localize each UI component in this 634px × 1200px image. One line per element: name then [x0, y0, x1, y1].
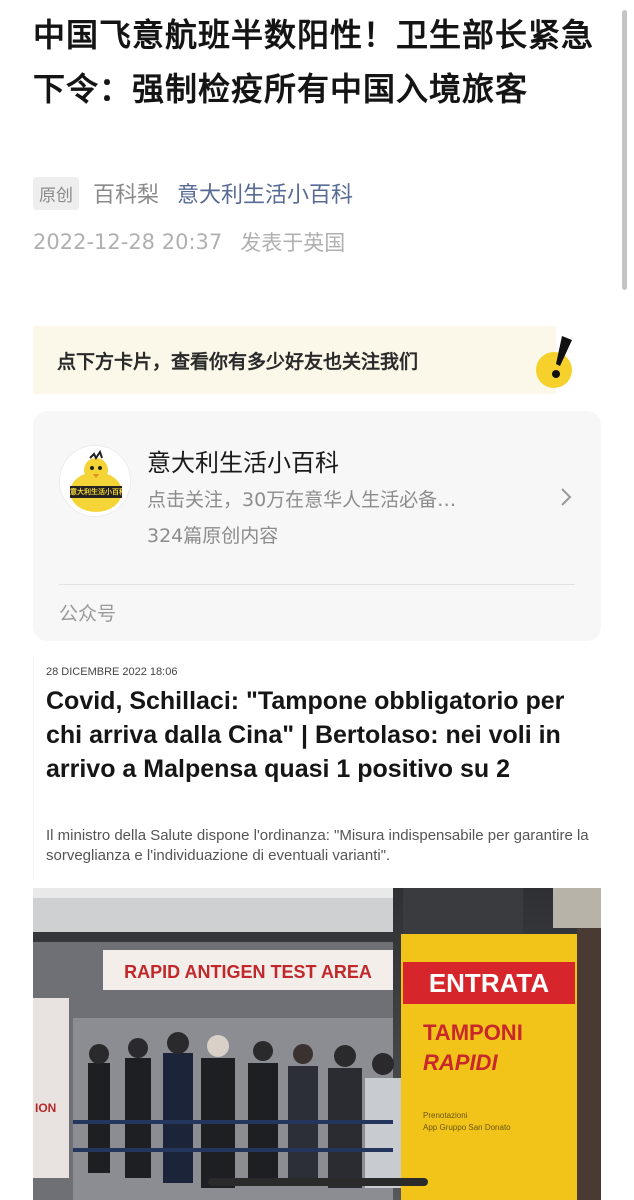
article-count: 324篇原创内容	[147, 525, 279, 547]
divider	[59, 584, 575, 585]
sign-entrata: ENTRATA	[429, 968, 550, 998]
sign-tamponi: TAMPONI	[423, 1020, 523, 1045]
banner-text: 点下方卡片，查看你有多少好友也关注我们	[57, 350, 419, 373]
home-indicator	[208, 1178, 428, 1186]
publish-location: 发表于英国	[240, 231, 346, 255]
follow-banner[interactable]: 点下方卡片，查看你有多少好友也关注我们	[33, 326, 556, 394]
scrollbar[interactable]	[622, 10, 627, 290]
author-name: 百科梨	[93, 183, 160, 208]
account-card[interactable]: 意大利生活小百科 意大利生活小百科 点击关注，30万在意华人生活必备… 324篇…	[33, 411, 601, 641]
airport-scene-image: RAPID ANTIGEN TEST AREA ION ENTRATA TAMP…	[33, 888, 601, 1200]
account-name: 意大利生活小百科	[147, 449, 339, 477]
sign-rapid-antigen: RAPID ANTIGEN TEST AREA	[124, 962, 372, 982]
sign-left: ION	[35, 1101, 56, 1115]
avatar-label: 意大利生活小百科	[70, 488, 122, 496]
account-avatar: 意大利生活小百科	[59, 445, 131, 517]
publish-date: 2022-12-28 20:37	[33, 230, 223, 254]
chevron-right-icon[interactable]	[559, 485, 573, 509]
sign-small-2: App Gruppo San Donato	[423, 1123, 511, 1132]
sign-small-1: Prenotazioni	[423, 1111, 468, 1120]
article-meta: 原创 百科梨 意大利生活小百科	[33, 176, 353, 210]
news-subheadline: Il ministro della Salute dispone l'ordin…	[46, 827, 589, 864]
news-clipping: 28 DICEMBRE 2022 18:06 Covid, Schillaci:…	[33, 658, 601, 878]
article-title: 中国飞意航班半数阳性！卫生部长紧急下令：强制检疫所有中国入境旅客	[33, 16, 595, 108]
account-description: 点击关注，30万在意华人生活必备…	[147, 489, 457, 511]
duck-logo-icon	[60, 446, 130, 516]
news-date: 28 DICEMBRE 2022 18:06	[46, 666, 178, 678]
original-tag: 原创	[33, 176, 79, 210]
news-headline: Covid, Schillaci: "Tampone obbligatorio …	[46, 687, 565, 783]
news-photo: RAPID ANTIGEN TEST AREA ION ENTRATA TAMP…	[33, 888, 601, 1200]
exclamation-icon	[536, 336, 572, 388]
account-link[interactable]: 意大利生活小百科	[177, 177, 353, 209]
card-footer-label: 公众号	[59, 603, 117, 625]
publish-info: 2022-12-28 20:37 发表于英国	[33, 226, 345, 258]
sign-rapidi: RAPIDI	[423, 1050, 498, 1075]
